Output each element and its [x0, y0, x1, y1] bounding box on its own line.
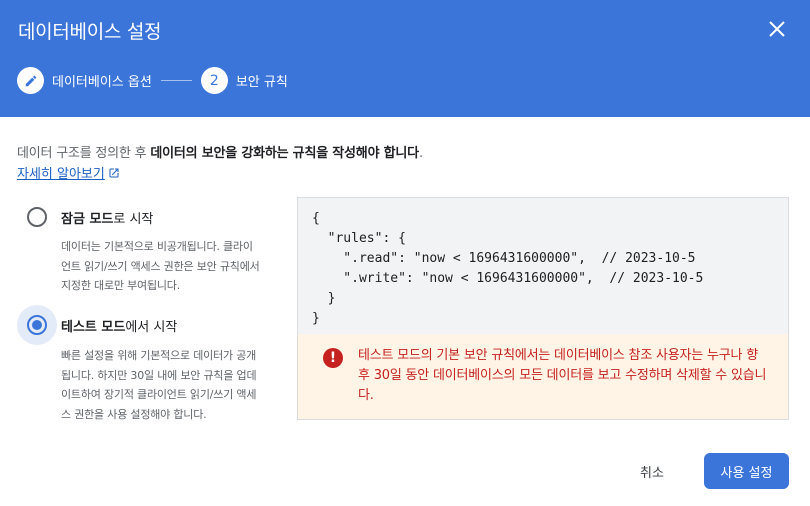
learn-more-label[interactable]: 자세히 알아보기	[17, 163, 105, 182]
warning-banner: ! 테스트 모드의 기본 보안 규칙에서는 데이터베이스 참조 사용자는 누구나…	[297, 334, 789, 420]
step-connector	[160, 80, 192, 81]
close-icon[interactable]	[769, 21, 785, 37]
dialog-header: 데이터베이스 설정 데이터베이스 옵션 2 보안 규칙	[0, 0, 810, 117]
rules-code-block: { "rules": { ".read": "now < 16964316000…	[297, 197, 789, 335]
radio-circle[interactable]	[27, 315, 47, 335]
intro-text: 데이터 구조를 정의한 후 데이터의 보안을 강화하는 규칙을 작성해야 합니다…	[17, 142, 423, 161]
option-test-mode[interactable]: 테스트 모드에서 시작 빠른 설정을 위해 기본적으로 데이터가 공개됩니다. …	[17, 305, 275, 421]
radio-locked-mode[interactable]	[17, 197, 57, 237]
dialog-title: 데이터베이스 설정	[18, 21, 162, 43]
close-button[interactable]	[764, 16, 790, 42]
step-1-label: 데이터베이스 옵션	[52, 75, 152, 90]
option-locked-mode[interactable]: 잠금 모드로 시작 데이터는 기본적으로 비공개됩니다. 클라이언트 읽기/쓰기…	[17, 197, 275, 292]
intro-suffix: .	[418, 146, 423, 161]
intro-prefix: 데이터 구조를 정의한 후	[17, 146, 151, 161]
option-locked-description: 데이터는 기본적으로 비공개됩니다. 클라이언트 읽기/쓰기 액세스 권한은 보…	[61, 240, 260, 292]
intro-bold: 데이터의 보안을 강화하는 규칙을 작성해야 합니다	[150, 146, 419, 161]
pencil-icon	[25, 75, 36, 86]
stepper: 데이터베이스 옵션 2 보안 규칙	[17, 67, 288, 94]
radio-circle[interactable]	[27, 207, 47, 227]
enable-button[interactable]: 사용 설정	[704, 453, 789, 489]
step-2-circle: 2	[200, 67, 228, 94]
radio-test-mode[interactable]	[17, 305, 57, 345]
alert-icon: !	[323, 348, 343, 368]
option-test-title[interactable]: 테스트 모드에서 시작	[61, 316, 177, 335]
cancel-button[interactable]: 취소	[624, 454, 680, 488]
open-in-new-icon[interactable]	[108, 167, 120, 179]
warning-text: 테스트 모드의 기본 보안 규칙에서는 데이터베이스 참조 사용자는 누구나 향…	[358, 348, 767, 403]
step-2-label: 보안 규칙	[235, 75, 288, 90]
option-locked-title[interactable]: 잠금 모드로 시작	[61, 208, 153, 227]
option-test-description: 빠른 설정을 위해 기본적으로 데이터가 공개됩니다. 하지만 30일 내에 보…	[61, 349, 257, 421]
step-1-circle	[17, 67, 44, 94]
learn-more-link[interactable]: 자세히 알아보기	[17, 163, 120, 182]
